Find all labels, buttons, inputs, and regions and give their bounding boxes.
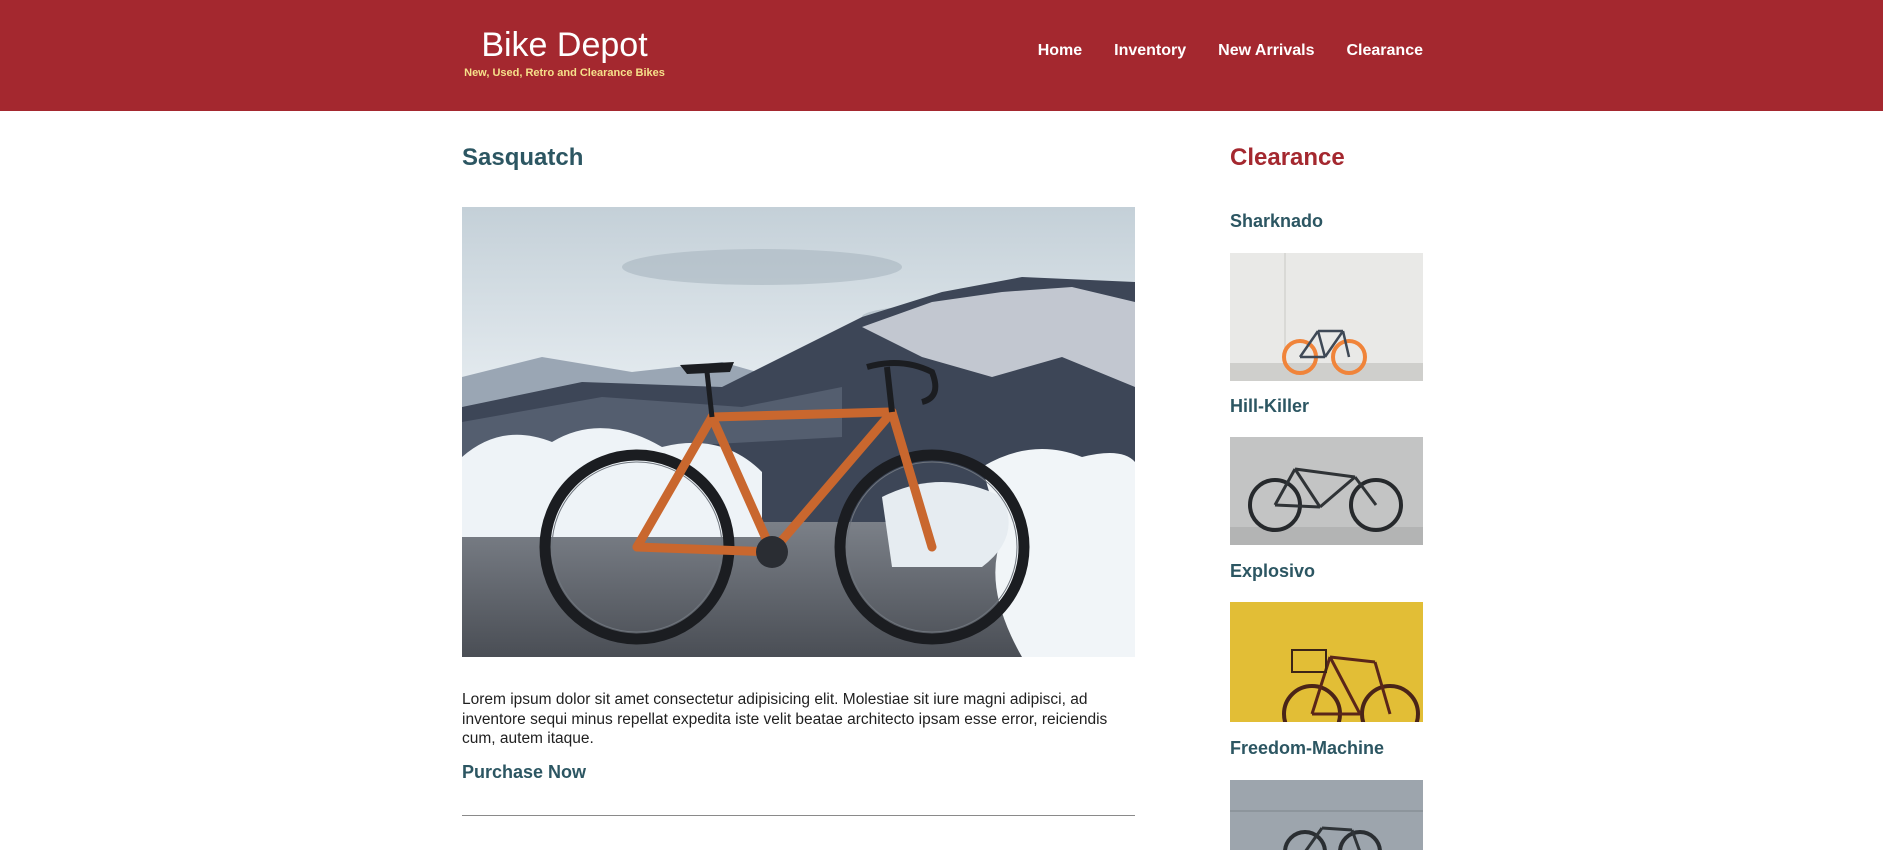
brand[interactable]: Bike Depot New, Used, Retro and Clearanc… [462,22,667,80]
purchase-now-link[interactable]: Purchase Now [462,762,586,783]
bike-thumbnail-icon [1230,253,1423,381]
content-divider [462,815,1135,816]
site-title[interactable]: Bike Depot [462,22,667,68]
bike-thumbnail-icon [1230,437,1423,545]
sidebar-item-explosivo[interactable]: Explosivo [1230,561,1315,582]
sidebar-item-freedom-machine[interactable]: Freedom-Machine [1230,738,1384,759]
sidebar-item-hill-killer[interactable]: Hill-Killer [1230,396,1309,417]
sharknado-thumbnail[interactable] [1230,253,1423,381]
product-image [462,207,1135,657]
bike-thumbnail-icon [1230,780,1423,850]
product-title: Sasquatch [462,144,584,171]
hill-killer-thumbnail[interactable] [1230,437,1423,545]
freedom-machine-thumbnail[interactable] [1230,780,1423,850]
sidebar-title: Clearance [1230,144,1345,171]
nav-inventory[interactable]: Inventory [1114,41,1186,61]
main-nav: Home Inventory New Arrivals Clearance [1038,41,1423,61]
bike-thumbnail-icon [1230,602,1423,722]
sidebar-item-sharknado[interactable]: Sharknado [1230,211,1323,232]
nav-clearance[interactable]: Clearance [1347,41,1424,61]
site-header: Bike Depot New, Used, Retro and Clearanc… [0,0,1883,111]
nav-new-arrivals[interactable]: New Arrivals [1218,41,1314,61]
nav-home[interactable]: Home [1038,41,1082,61]
product-description: Lorem ipsum dolor sit amet consectetur a… [462,691,1108,747]
site-tagline: New, Used, Retro and Clearance Bikes [464,67,665,79]
explosivo-thumbnail[interactable] [1230,602,1423,722]
bike-photo-icon [462,207,1135,657]
